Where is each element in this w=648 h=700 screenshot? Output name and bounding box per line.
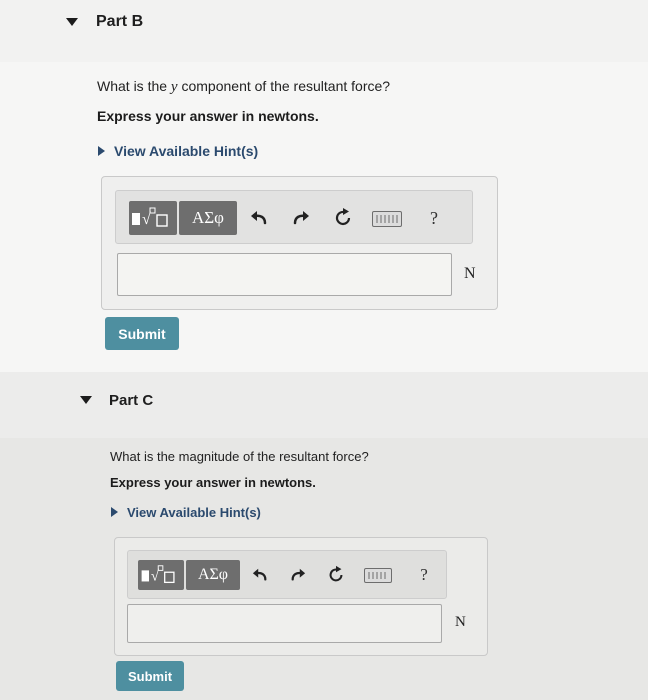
part-b-question: What is the y component of the resultant…: [97, 78, 391, 95]
part-b-answer-input[interactable]: [117, 253, 452, 296]
greek-symbols-button[interactable]: ΑΣφ: [186, 560, 240, 590]
undo-icon[interactable]: [248, 561, 272, 589]
reset-icon[interactable]: [324, 561, 348, 589]
part-c-header-band: [0, 372, 648, 438]
help-button[interactable]: ?: [412, 561, 436, 589]
redo-icon[interactable]: [288, 203, 314, 233]
expand-right-icon: [111, 507, 118, 517]
help-button[interactable]: ?: [421, 203, 447, 233]
part-c-hint-link[interactable]: View Available Hint(s): [111, 505, 261, 520]
templates-button[interactable]: √: [138, 560, 184, 590]
expand-right-icon: [98, 146, 105, 156]
part-b-answer-panel: √ ΑΣφ ? N: [101, 176, 498, 310]
part-c-math-toolbar: √ ΑΣφ ?: [127, 550, 447, 599]
reset-icon[interactable]: [330, 203, 356, 233]
keyboard-icon[interactable]: [364, 568, 392, 583]
svg-text:√: √: [142, 211, 151, 228]
greek-symbols-button[interactable]: ΑΣφ: [179, 201, 237, 235]
part-b-instruction: Express your answer in newtons.: [97, 108, 319, 124]
part-c-instruction: Express your answer in newtons.: [110, 475, 316, 490]
part-b-unit: N: [464, 265, 476, 282]
collapse-part-c-icon[interactable]: [80, 396, 92, 404]
undo-icon[interactable]: [246, 203, 272, 233]
templates-icon: √: [141, 565, 175, 585]
part-b-title: Part B: [96, 13, 144, 30]
part-c-answer-panel: √ ΑΣφ ? N: [114, 537, 488, 656]
svg-text:√: √: [151, 569, 160, 585]
part-b-hint-link[interactable]: View Available Hint(s): [98, 143, 258, 159]
part-b-math-toolbar: √ ΑΣφ ?: [115, 190, 473, 244]
part-c-question: What is the magnitude of the resultant f…: [110, 449, 369, 464]
templates-button[interactable]: √: [129, 201, 177, 235]
part-c-title: Part C: [109, 392, 154, 409]
templates-icon: √: [132, 207, 168, 228]
keyboard-icon[interactable]: [372, 211, 402, 227]
part-c-unit: N: [455, 614, 466, 630]
part-b-submit-button[interactable]: Submit: [105, 317, 179, 350]
part-c-answer-input[interactable]: [127, 604, 442, 643]
part-b-header-band: [0, 0, 648, 62]
redo-icon[interactable]: [286, 561, 310, 589]
collapse-part-b-icon[interactable]: [66, 18, 78, 26]
part-c-submit-button[interactable]: Submit: [116, 661, 184, 691]
